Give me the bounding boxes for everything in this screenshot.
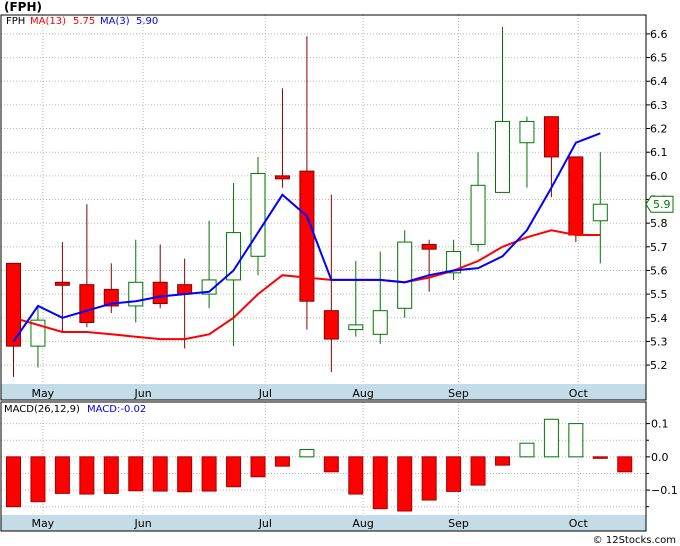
- price-axis-band: [1, 384, 646, 400]
- candle-body: [152, 281, 168, 305]
- candle-body: [54, 281, 70, 286]
- month-label: Aug: [352, 387, 373, 400]
- price-tick-label: 5.8: [650, 217, 668, 230]
- macd-bar: [617, 456, 633, 473]
- price-tick-label: 5.4: [650, 312, 668, 325]
- candle-body: [397, 241, 413, 309]
- price-tick-label: 5.6: [650, 264, 668, 277]
- macd-legend-value: MACD:-0.02: [87, 404, 146, 415]
- macd-bar: [54, 456, 70, 494]
- macd-bar: [177, 456, 193, 493]
- candle-body: [421, 243, 437, 250]
- month-label: Oct: [569, 387, 589, 400]
- macd-bar: [543, 418, 559, 458]
- legend-ma13-label: MA(13): [30, 16, 66, 27]
- macd-bar: [274, 456, 290, 467]
- macd-bar: [372, 456, 388, 510]
- macd-bar: [226, 456, 242, 488]
- macd-axis-band: [1, 515, 646, 531]
- legend-ma3-label: MA(3): [100, 16, 130, 27]
- candle-body: [372, 310, 388, 335]
- macd-legend-label: MACD(26,12,9): [4, 404, 80, 415]
- price-tick-label: 6.3: [650, 99, 668, 112]
- macd-bar: [79, 456, 95, 495]
- macd-month-label: Jul: [258, 517, 272, 530]
- price-tick-label: 6.5: [650, 52, 668, 65]
- candle-body: [348, 324, 364, 331]
- macd-bar: [299, 449, 315, 458]
- macd-bar: [201, 456, 217, 492]
- macd-month-label: Aug: [352, 517, 373, 530]
- price-tick-label: 6.1: [650, 146, 668, 159]
- macd-bar: [495, 456, 510, 466]
- price-tick-label: 5.5: [650, 288, 668, 301]
- month-label: Jul: [258, 387, 272, 400]
- candle-body: [299, 170, 315, 302]
- macd-bar: [519, 442, 535, 458]
- macd-bar: [128, 456, 144, 492]
- chart-title: (FPH): [4, 0, 42, 14]
- macd-bar: [446, 456, 462, 492]
- last-price-marker: 5.9: [645, 195, 674, 213]
- candle-body: [79, 284, 95, 323]
- macd-bar: [470, 456, 486, 486]
- month-label: Sep: [448, 387, 469, 400]
- price-tick-label: 5.3: [650, 335, 668, 348]
- macd-bar: [6, 456, 21, 508]
- macd-month-label: May: [31, 517, 54, 530]
- candle-body: [543, 116, 559, 158]
- macd-tick-label: 0.1: [651, 418, 669, 431]
- month-label: Jun: [133, 387, 151, 400]
- macd-bar: [348, 456, 364, 495]
- price-tick-label: 6.4: [650, 75, 668, 88]
- macd-month-label: Sep: [448, 517, 469, 530]
- candle-body: [323, 310, 339, 340]
- candle-body: [495, 120, 510, 193]
- candle-body: [519, 120, 535, 144]
- month-label: May: [31, 387, 54, 400]
- macd-bar: [421, 456, 437, 501]
- macd-bar: [323, 456, 339, 473]
- watermark: © 12Stocks.com: [593, 535, 676, 546]
- candle-body: [250, 172, 266, 257]
- price-tick-label: 5.2: [650, 359, 668, 372]
- candle-body: [470, 184, 486, 245]
- macd-bar: [103, 456, 119, 494]
- candle-body: [274, 175, 290, 180]
- macd-bar: [397, 456, 413, 512]
- macd-bar: [568, 423, 584, 458]
- macd-bar: [152, 456, 168, 492]
- price-tick-label: 6.6: [650, 28, 668, 41]
- candle-body: [592, 203, 608, 222]
- candle-body: [568, 156, 584, 236]
- price-tick-label: 6.2: [650, 123, 668, 136]
- macd-tick-label: −0.1: [651, 484, 678, 497]
- price-tick-label: 5.7: [650, 241, 668, 254]
- macd-bar: [592, 456, 608, 459]
- macd-bar: [30, 456, 46, 503]
- stock-chart: 5.2 5.3 5.4 5.5 5.6 5.7 5.8 5.9 6.0 6.1 6.2 6.3 6.4 6…: [0, 0, 680, 546]
- legend-ma13-value: 5.75: [73, 16, 95, 27]
- macd-month-label: Jun: [133, 517, 151, 530]
- legend-symbol: FPH: [6, 16, 25, 27]
- legend-ma3-value: 5.90: [136, 16, 158, 27]
- macd-month-label: Oct: [569, 517, 589, 530]
- last-price-label: 5.9: [653, 198, 671, 211]
- macd-bar: [250, 456, 266, 478]
- candle-body: [226, 232, 242, 281]
- macd-tick-label: 0.0: [651, 451, 669, 464]
- price-tick-label: 6.0: [650, 170, 668, 183]
